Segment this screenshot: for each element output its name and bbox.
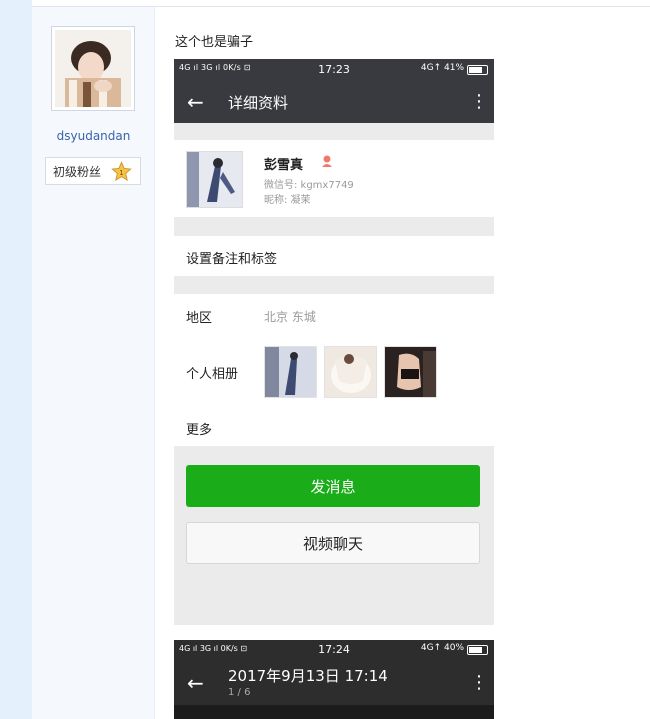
more-menu-icon[interactable]: ⋮ bbox=[470, 671, 488, 695]
star-icon: 1 bbox=[111, 161, 132, 181]
info-section: 地区 北京 东城 个人相册 更多 bbox=[174, 294, 494, 446]
album-photo[interactable] bbox=[264, 346, 317, 398]
battery-percent: 4G↑ 41% bbox=[420, 63, 464, 73]
post-text: 这个也是骗子 bbox=[175, 35, 254, 50]
app-title-bar: ← 详细资料 ⋮ bbox=[174, 81, 494, 123]
female-icon bbox=[322, 155, 332, 167]
contact-name: 彭雪真 bbox=[264, 158, 304, 173]
profile-card: 彭雪真 微信号: kgmx7749 昵称: 凝茉 bbox=[174, 140, 494, 217]
back-arrow-icon[interactable]: ← bbox=[187, 671, 207, 695]
remark-row[interactable]: 设置备注和标签 bbox=[174, 236, 494, 276]
photo-date-title: 2017年9月13日 17:14 bbox=[228, 667, 388, 685]
album-label[interactable]: 个人相册 bbox=[186, 363, 238, 382]
contact-nickname: 昵称: 凝茉 bbox=[264, 195, 311, 206]
app-title-bar: ← 2017年9月13日 17:14 1 / 6 ⋮ bbox=[174, 661, 494, 705]
album-photo[interactable] bbox=[324, 346, 377, 398]
video-call-button[interactable]: 视频聊天 bbox=[186, 522, 480, 564]
wechat-id: 微信号: kgmx7749 bbox=[264, 180, 354, 191]
page-title: 详细资料 bbox=[228, 94, 289, 112]
left-gutter bbox=[0, 0, 32, 719]
avatar-image bbox=[55, 30, 131, 107]
more-menu-icon[interactable]: ⋮ bbox=[470, 90, 488, 114]
phone-status-bar: 4G ıl 3G ıl 0K/s ⊡ 17:24 4G↑ 40% bbox=[174, 640, 494, 661]
page-indicator: 1 / 6 bbox=[228, 687, 251, 698]
region-label: 地区 bbox=[186, 311, 213, 326]
send-message-button[interactable]: 发消息 bbox=[186, 465, 480, 507]
fan-rank-label: 初级粉丝 bbox=[53, 164, 102, 179]
fan-rank-level: 1 bbox=[119, 169, 123, 177]
more-label[interactable]: 更多 bbox=[186, 419, 212, 438]
battery-icon bbox=[467, 645, 488, 655]
phone-status-bar: 4G ıl 3G ıl 0K/s ⊡ 17:23 4G↑ 41% bbox=[174, 59, 494, 81]
author-sidebar: dsyudandan 初级粉丝 1 bbox=[32, 7, 155, 719]
back-arrow-icon[interactable]: ← bbox=[187, 90, 207, 114]
battery-percent: 4G↑ 40% bbox=[420, 643, 464, 653]
fan-rank-badge: 初级粉丝 1 bbox=[45, 157, 141, 185]
profile-photo[interactable] bbox=[186, 151, 243, 208]
remark-label: 设置备注和标签 bbox=[186, 252, 278, 267]
wechat-profile-screenshot: 4G ıl 3G ıl 0K/s ⊡ 17:23 4G↑ 41% ← 详细资料 … bbox=[174, 59, 494, 625]
chat-photo-screenshot: 4G ıl 3G ıl 0K/s ⊡ 17:24 4G↑ 40% ← 2017年… bbox=[174, 640, 494, 719]
avatar[interactable] bbox=[51, 26, 135, 111]
battery-icon bbox=[467, 65, 488, 75]
region-value: 北京 东城 bbox=[264, 310, 316, 324]
author-username[interactable]: dsyudandan bbox=[32, 129, 155, 143]
album-photo[interactable] bbox=[384, 346, 437, 398]
